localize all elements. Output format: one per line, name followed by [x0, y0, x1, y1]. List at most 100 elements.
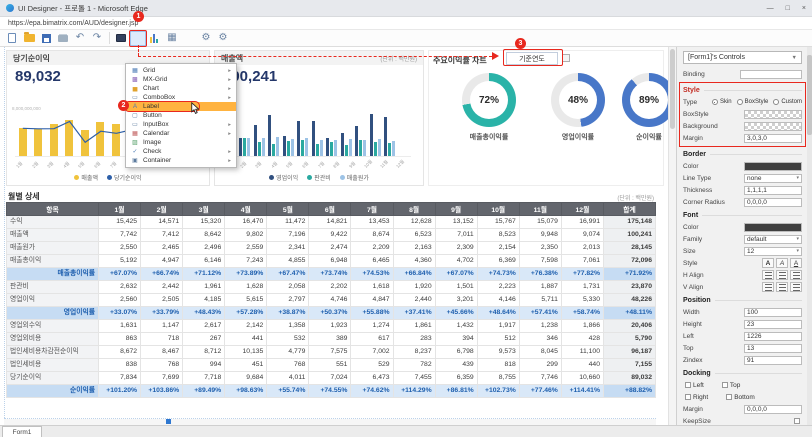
cell-value: 267 — [183, 333, 225, 346]
print-icon[interactable] — [55, 31, 71, 46]
menu-item-container[interactable]: ▣Container▸ — [126, 156, 236, 165]
chart-tool-icon[interactable] — [147, 31, 163, 46]
top-input[interactable]: 13 — [744, 344, 802, 353]
매출원가-bar — [363, 140, 366, 156]
minimize-button[interactable]: — — [767, 5, 774, 12]
boxstyle-swatch[interactable] — [744, 110, 802, 119]
page-url[interactable]: https://epa.bimatrix.com/AUD/designer.js… — [8, 20, 138, 27]
line-type-select[interactable]: none▾ — [744, 174, 802, 183]
left-align-button[interactable] — [762, 282, 774, 292]
radio-skin[interactable] — [712, 99, 718, 105]
radio-custom[interactable] — [773, 99, 779, 105]
corner-radius-input[interactable]: 0,0,0,0 — [744, 198, 802, 207]
cell-value: 7,742 — [99, 229, 141, 242]
color-color-swatch[interactable] — [744, 162, 802, 171]
menu-item-calendar[interactable]: ▦Calendar▸ — [126, 129, 236, 138]
undo-icon[interactable]: ↶ — [72, 31, 88, 46]
italic-button[interactable]: A — [776, 258, 788, 268]
margin-input[interactable]: 3,0,3,0 — [744, 134, 802, 143]
width-input[interactable]: 100 — [744, 308, 802, 317]
properties-scrollbar[interactable] — [807, 47, 812, 425]
menu-item-chart[interactable]: ▅Chart▸ — [126, 84, 236, 93]
form-edit-icon[interactable] — [181, 31, 197, 46]
background-swatch[interactable] — [744, 122, 802, 131]
radio-boxstyle[interactable] — [737, 99, 743, 105]
zindex-input[interactable]: 91 — [744, 356, 802, 365]
checkbox-left[interactable] — [685, 382, 691, 388]
base-year-smarttag-icon[interactable] — [562, 54, 570, 62]
underline-button[interactable]: A — [790, 258, 802, 268]
left-align-button[interactable] — [762, 270, 774, 280]
section-header-font[interactable]: Font — [683, 210, 802, 221]
preview-icon[interactable] — [113, 31, 129, 46]
controls-dropdown[interactable]: [Form1]'s Controls ▼ — [683, 51, 802, 64]
row-label: 법인세비용차감전순이익 — [7, 346, 99, 359]
right-align-button[interactable] — [790, 282, 802, 292]
family-select[interactable]: default▾ — [744, 235, 802, 244]
cell-value: 441 — [225, 333, 267, 346]
영업이익-bar — [355, 126, 358, 156]
new-document-icon[interactable] — [4, 31, 20, 46]
center-align-button[interactable] — [776, 270, 788, 280]
close-button[interactable]: × — [802, 5, 806, 12]
height-input[interactable]: 23 — [744, 320, 802, 329]
calendar-menu-icon: ▦ — [131, 131, 139, 137]
bar-group — [341, 133, 352, 157]
maximize-button[interactable]: □ — [786, 5, 790, 12]
left-input[interactable]: 1226 — [744, 332, 802, 341]
keepsize-checkbox[interactable] — [794, 418, 800, 424]
prop-control: none▾ — [744, 174, 802, 183]
save-icon[interactable] — [38, 31, 54, 46]
cell-value: 1,961 — [183, 281, 225, 294]
prop-row-left: Left1226 — [683, 330, 802, 342]
prop-control — [762, 282, 802, 292]
monthly-detail-caption: 월별 상세 (단위 : 백만원) — [6, 189, 656, 202]
cell-value: 1,358 — [267, 320, 309, 333]
checkbox-right[interactable] — [685, 394, 691, 400]
section-header-docking[interactable]: Docking — [683, 368, 802, 379]
settings-gear-icon[interactable]: ⚙ — [198, 31, 214, 46]
prop-label: Type — [683, 99, 697, 106]
form-tab[interactable]: Form1 — [2, 426, 42, 437]
binding-input[interactable] — [740, 70, 802, 79]
design-canvas[interactable]: 당기순이익 89,032 8,000,000,000 1월2월3월4월5월6월7… — [0, 47, 668, 425]
properties-scrollbar-thumb[interactable] — [807, 55, 812, 135]
section-header-border[interactable]: Border — [683, 149, 802, 160]
section-header-position[interactable]: Position — [683, 295, 802, 306]
form-resize-handle[interactable] — [166, 419, 171, 424]
options-gear-icon[interactable]: ⚙ — [215, 31, 231, 46]
open-folder-icon[interactable] — [21, 31, 37, 46]
bold-button[interactable]: A — [762, 258, 774, 268]
right-align-button[interactable] — [790, 270, 802, 280]
table-body: 수익15,42514,57115,32016,47011,47214,82113… — [7, 216, 656, 398]
menu-item-combobox[interactable]: ▭ComboBox▸ — [126, 93, 236, 102]
menu-item-button[interactable]: ▢Button — [126, 111, 236, 120]
menu-item-grid[interactable]: ▦Grid▸ — [126, 66, 236, 75]
grid-tool-icon[interactable]: ▦ — [164, 31, 180, 46]
address-bar[interactable]: https://epa.bimatrix.com/AUD/designer.js… — [0, 17, 812, 30]
section-header-style[interactable]: Style — [683, 85, 802, 96]
label-menu-icon: A — [131, 104, 139, 110]
save-icon-shape — [42, 34, 51, 43]
cell-value: 12,628 — [393, 216, 435, 229]
insert-control-icon[interactable]: 1 — [130, 31, 146, 46]
color-color-swatch[interactable] — [744, 223, 802, 232]
revenue-panel-header: 매출액 (단위 : 백만원) — [215, 51, 423, 65]
redo-icon[interactable]: ↷ — [89, 31, 105, 46]
center-align-button[interactable] — [776, 282, 788, 292]
menu-item-check[interactable]: ✓Check▸ — [126, 147, 236, 156]
판관비-bar — [359, 140, 362, 156]
prop-row-h-align: H Align — [683, 269, 802, 281]
menu-item-inputbox[interactable]: ▭InputBox▸ — [126, 120, 236, 129]
size-select[interactable]: 12▾ — [744, 247, 802, 256]
prop-row-boxstyle: BoxStyle — [683, 108, 802, 120]
checkbox-top[interactable] — [722, 382, 728, 388]
section-title: Border — [683, 151, 706, 158]
menu-item-label[interactable]: ALabel2 — [126, 102, 236, 111]
menu-item-image[interactable]: ▨Image — [126, 138, 236, 147]
base-year-label[interactable]: 기준연도 — [506, 52, 558, 65]
checkbox-bottom[interactable] — [726, 394, 732, 400]
margin-input[interactable]: 0,0,0,0 — [744, 405, 802, 414]
thickness-input[interactable]: 1,1,1,1 — [744, 186, 802, 195]
menu-item-mx-grid[interactable]: ▩MX-Grid▸ — [126, 75, 236, 84]
